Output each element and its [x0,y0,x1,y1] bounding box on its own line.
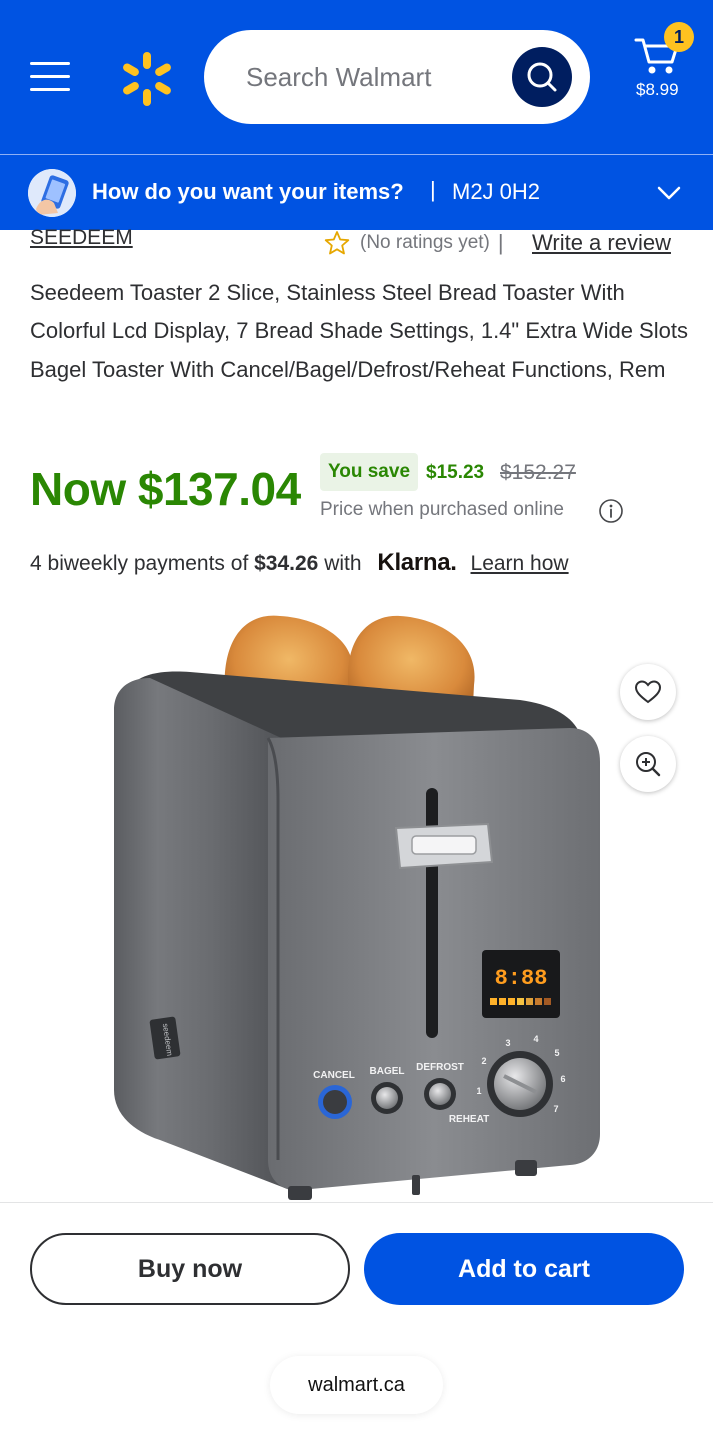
search-input[interactable] [246,54,506,100]
was-price: $152.27 [500,461,576,484]
zoom-in-icon [636,752,661,777]
toaster-bagel-label: BAGEL [370,1066,405,1077]
price-note: Price when purchased online [320,499,564,520]
cart-button[interactable]: 1 $8.99 [630,22,700,100]
toaster-display-text: 8:88 [495,966,548,991]
delivery-question: How do you want your items? [92,179,404,204]
add-to-cart-button[interactable]: Add to cart [364,1233,684,1305]
product-image[interactable]: 8:88 seedeem CANCEL BAGEL DEFROST REHEAT… [100,600,620,1200]
delivery-selector[interactable]: How do you want your items? | M2J 0H2 [0,154,713,230]
product-title: Seedeem Toaster 2 Slice, Stainless Steel… [30,280,688,382]
cart-count-badge: 1 [664,22,694,52]
dial-number-4: 4 [533,1034,538,1044]
save-amount: $15.23 [426,462,485,483]
learn-how-link[interactable]: Learn how [471,552,569,575]
heart-icon [634,680,662,704]
brand-link[interactable]: SEEDEEM [30,226,133,250]
search-icon [527,62,557,92]
search-bar [204,30,590,124]
klarna-amount: $34.26 [254,552,319,575]
you-save-badge: You save [320,453,418,491]
klarna-with: with [324,552,362,575]
toaster-defrost-label: DEFROST [416,1062,464,1073]
toaster-reheat-label: REHEAT [449,1114,489,1125]
klarna-prefix: 4 biweekly payments of [30,552,249,575]
delivery-separator: | [430,177,436,202]
dial-number-5: 5 [554,1048,559,1058]
dial-number-1: 1 [476,1086,481,1096]
toaster-cancel-label: CANCEL [313,1070,355,1081]
buy-now-button[interactable]: Buy now [30,1233,350,1305]
dial-number-6: 6 [560,1074,565,1084]
rating-text: (No ratings yet) [360,232,490,253]
dial-number-7: 7 [553,1104,558,1114]
klarna-logo: Klarna. [377,549,457,576]
delivery-postal-code: M2J 0H2 [452,179,541,204]
hamburger-menu-icon[interactable] [30,62,72,92]
favorite-button[interactable] [620,664,676,720]
dial-number-3: 3 [505,1038,510,1048]
browser-url-pill[interactable]: walmart.ca [270,1356,443,1414]
dial-number-2: 2 [481,1056,486,1066]
delivery-phone-icon [28,169,76,217]
current-price: Now $137.04 [30,463,301,515]
write-review-link[interactable]: Write a review [532,230,671,256]
zoom-button[interactable] [620,736,676,792]
rating-summary: (No ratings yet) | [324,230,518,256]
chevron-down-icon [657,186,681,200]
rating-separator: | [497,230,504,255]
bottom-divider [0,1202,713,1203]
klarna-payment-info: 4 biweekly payments of $34.26 with Klarn… [30,549,569,577]
walmart-spark-icon[interactable] [118,50,176,108]
info-icon[interactable] [598,498,624,524]
search-button[interactable] [512,47,572,107]
cart-total: $8.99 [636,80,679,99]
top-header: 1 $8.99 [0,0,713,154]
star-icon [324,231,350,255]
